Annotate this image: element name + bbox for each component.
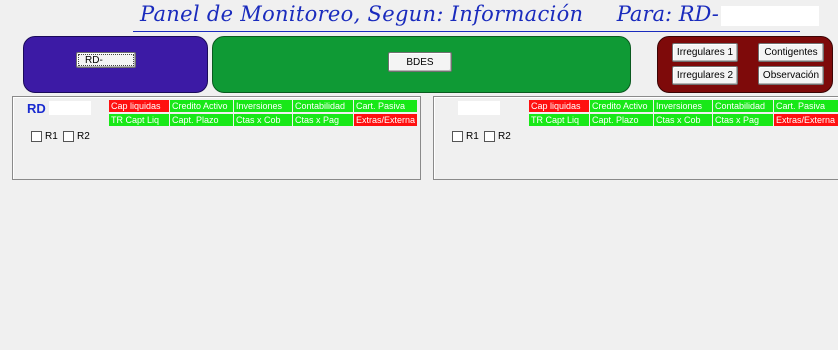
tag-ctas-x-pag[interactable]: Ctas x Pag <box>713 114 773 126</box>
tag-cap-liquidas[interactable]: Cap liquidas <box>529 100 589 112</box>
rd-field <box>49 101 91 115</box>
r2-label: R2 <box>77 131 90 142</box>
para-label: Para: RD- <box>616 2 719 26</box>
page-title: Panel de Monitoreo, Segun: Información <box>140 2 584 26</box>
tag-cap-liquidas[interactable]: Cap liquidas <box>109 100 169 112</box>
r2-checkbox[interactable]: R2 <box>63 131 90 142</box>
r1-label: R1 <box>466 131 479 142</box>
left-monitor-box: RD Cap liquidas Credito Activo Inversion… <box>12 96 421 180</box>
tag-extras-externa[interactable]: Extras/Externa <box>774 114 838 126</box>
tag-ctas-x-cob[interactable]: Ctas x Cob <box>654 114 712 126</box>
tag-capt-plazo[interactable]: Capt. Plazo <box>590 114 653 126</box>
contigentes-button[interactable]: Contigentes <box>758 43 824 62</box>
rd-button[interactable]: RD- <box>76 52 136 68</box>
irregulares-1-button[interactable]: Irregulares 1 <box>672 43 738 62</box>
tag-contabilidad[interactable]: Contabilidad <box>713 100 773 112</box>
tag-tr-capt-liq[interactable]: TR Capt Liq <box>529 114 589 126</box>
header-title-bar: Panel de Monitoreo, Segun: Información P… <box>140 2 819 30</box>
right-monitor-box: Cap liquidas Credito Activo Inversiones … <box>433 96 838 180</box>
checkbox-box[interactable] <box>31 131 42 142</box>
irregulares-2-button[interactable]: Irregulares 2 <box>672 66 738 85</box>
tag-ctas-x-pag[interactable]: Ctas x Pag <box>293 114 353 126</box>
tag-credito-activo[interactable]: Credito Activo <box>590 100 653 112</box>
rd-label: RD <box>27 101 46 116</box>
r1-checkbox[interactable]: R1 <box>452 131 479 142</box>
tag-inversiones[interactable]: Inversiones <box>234 100 292 112</box>
rd-field-right <box>458 101 500 115</box>
title-underline <box>133 31 800 32</box>
r2-label: R2 <box>498 131 511 142</box>
tag-extras-externa[interactable]: Extras/Externa <box>354 114 417 126</box>
r2-checkbox[interactable]: R2 <box>484 131 511 142</box>
tag-credito-activo[interactable]: Credito Activo <box>170 100 233 112</box>
rd-title-field <box>720 5 819 26</box>
observacion-button[interactable]: Observación <box>758 66 824 85</box>
tag-inversiones[interactable]: Inversiones <box>654 100 712 112</box>
tag-contabilidad[interactable]: Contabilidad <box>293 100 353 112</box>
tag-capt-plazo[interactable]: Capt. Plazo <box>170 114 233 126</box>
checkbox-box[interactable] <box>63 131 74 142</box>
checkbox-box[interactable] <box>452 131 463 142</box>
bdes-button[interactable]: BDES <box>388 52 452 72</box>
tag-ctas-x-cob[interactable]: Ctas x Cob <box>234 114 292 126</box>
checkbox-box[interactable] <box>484 131 495 142</box>
r1-checkbox[interactable]: R1 <box>31 131 58 142</box>
tag-tr-capt-liq[interactable]: TR Capt Liq <box>109 114 169 126</box>
tag-cart-pasiva[interactable]: Cart. Pasiva <box>774 100 838 112</box>
r1-label: R1 <box>45 131 58 142</box>
tag-cart-pasiva[interactable]: Cart. Pasiva <box>354 100 417 112</box>
